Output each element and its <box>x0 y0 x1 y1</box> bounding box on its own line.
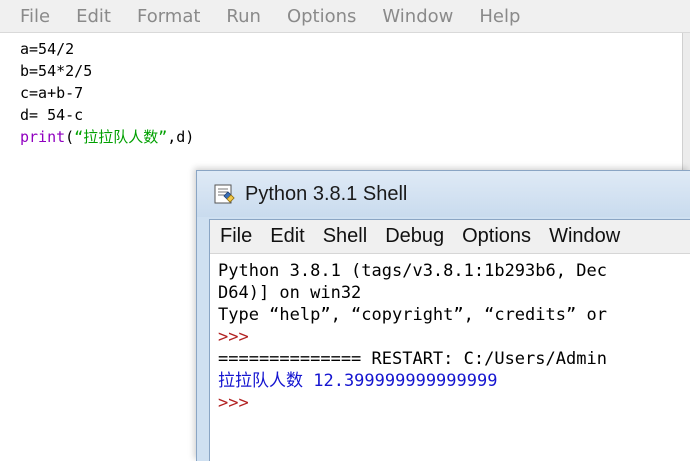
shell-menu-shell[interactable]: Shell <box>313 225 375 248</box>
open-paren: ( <box>65 128 75 146</box>
code-line-3: c=a+b-7 <box>20 84 84 102</box>
print-keyword: print <box>20 128 66 146</box>
python-shell-icon <box>214 184 235 204</box>
editor-menubar: File Edit Format Run Options Window Help <box>0 0 690 33</box>
shell-title: Python 3.8.1 Shell <box>245 182 408 205</box>
string-literal: “拉拉队人数” <box>74 128 168 146</box>
code-line-4: d= 54-c <box>20 106 84 124</box>
shell-output-area[interactable]: Python 3.8.1 (tags/v3.8.1:1b293b6, Dec D… <box>218 260 690 461</box>
shell-menu-debug[interactable]: Debug <box>375 225 452 248</box>
shell-menu-edit[interactable]: Edit <box>260 225 312 248</box>
editor-menu-help[interactable]: Help <box>465 6 532 27</box>
code-line-2: b=54*2/5 <box>20 62 93 80</box>
shell-program-output: 拉拉队人数 12.399999999999999 <box>218 371 498 391</box>
editor-menu-options[interactable]: Options <box>273 6 368 27</box>
shell-banner-line-2: D64)] on win32 <box>218 283 362 303</box>
shell-window[interactable]: Python 3.8.1 Shell File Edit Shell Debug… <box>196 170 690 461</box>
shell-titlebar[interactable]: Python 3.8.1 Shell <box>197 171 690 217</box>
shell-client-area: File Edit Shell Debug Options Window Pyt… <box>209 219 690 461</box>
shell-banner-line-3: Type “help”, “copyright”, “credits” or <box>218 305 607 325</box>
editor-menu-file[interactable]: File <box>6 6 62 27</box>
editor-menu-run[interactable]: Run <box>212 6 273 27</box>
editor-menu-window[interactable]: Window <box>368 6 465 27</box>
editor-code-area[interactable]: a=54/2 b=54*2/5 c=a+b-7 d= 54-c print(“拉… <box>20 38 194 148</box>
code-line-5: print(“拉拉队人数”,d) <box>20 126 194 148</box>
editor-menu-edit[interactable]: Edit <box>62 6 123 27</box>
shell-menu-file[interactable]: File <box>210 225 260 248</box>
code-line-1: a=54/2 <box>20 40 75 58</box>
shell-menubar: File Edit Shell Debug Options Window <box>210 220 690 254</box>
code-rest: ,d) <box>167 128 195 146</box>
shell-menu-options[interactable]: Options <box>452 225 539 248</box>
shell-prompt-2[interactable]: >>> <box>218 392 690 414</box>
shell-restart-line: ============== RESTART: C:/Users/Admin <box>218 349 607 369</box>
shell-prompt-1: >>> <box>218 327 249 347</box>
editor-menu-format[interactable]: Format <box>123 6 212 27</box>
shell-banner-line-1: Python 3.8.1 (tags/v3.8.1:1b293b6, Dec <box>218 261 607 281</box>
shell-menu-window[interactable]: Window <box>539 225 628 248</box>
